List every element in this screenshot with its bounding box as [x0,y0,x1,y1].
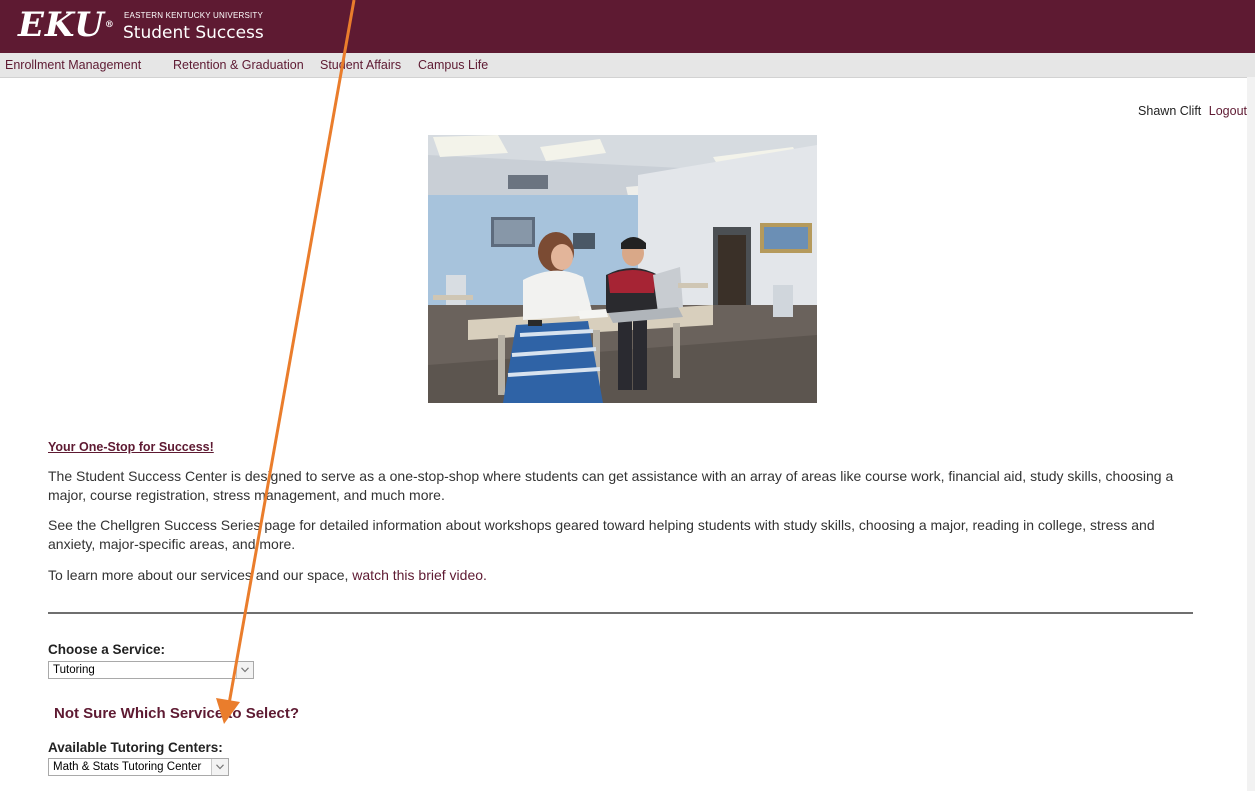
user-area: Shawn Clift Logout [1138,104,1247,118]
section-divider [48,612,1193,614]
students-studying-image [428,135,817,403]
nav-campus-life[interactable]: Campus Life [418,58,488,72]
page-scrollbar[interactable] [1247,77,1255,791]
not-sure-heading[interactable]: Not Sure Which Service to Select? [54,705,299,722]
video-paragraph: To learn more about our services and our… [48,566,1193,585]
video-link[interactable]: watch this brief video. [352,567,487,583]
content-title[interactable]: Your One-Stop for Success! [48,440,214,454]
site-title[interactable]: Student Success [123,23,264,43]
eku-logo[interactable]: EKU® [18,7,115,43]
service-label: Choose a Service: [48,642,166,657]
main-nav: Enrollment Management Retention & Gradua… [0,53,1255,78]
site-header: EKU® EASTERN KENTUCKY UNIVERSITY Student… [0,0,1255,53]
hero-photo [428,135,817,403]
service-select-toggle[interactable] [236,662,253,678]
tutoring-center-select-value: Math & Stats Tutoring Center [53,761,202,773]
user-name: Shawn Clift [1138,104,1202,118]
video-paragraph-text: To learn more about our services and our… [48,567,353,583]
nav-retention-graduation[interactable]: Retention & Graduation [173,58,304,72]
university-name: EASTERN KENTUCKY UNIVERSITY [124,11,264,20]
logo-text: EKU [18,5,105,45]
intro-paragraph: The Student Success Center is designed t… [48,468,1174,503]
chevron-down-icon [241,667,249,673]
nav-student-affairs[interactable]: Student Affairs [320,58,401,72]
tutoring-centers-label: Available Tutoring Centers: [48,740,223,755]
nav-enrollment-management[interactable]: Enrollment Management [5,58,141,72]
service-select[interactable]: Tutoring [48,661,254,679]
tutoring-center-select-toggle[interactable] [211,759,228,775]
chellgren-paragraph: See the Chellgren Success Series page fo… [48,517,1155,552]
service-select-value: Tutoring [53,664,95,676]
tutoring-center-select[interactable]: Math & Stats Tutoring Center [48,758,229,776]
logout-link[interactable]: Logout [1209,104,1247,118]
chevron-down-icon [216,764,224,770]
